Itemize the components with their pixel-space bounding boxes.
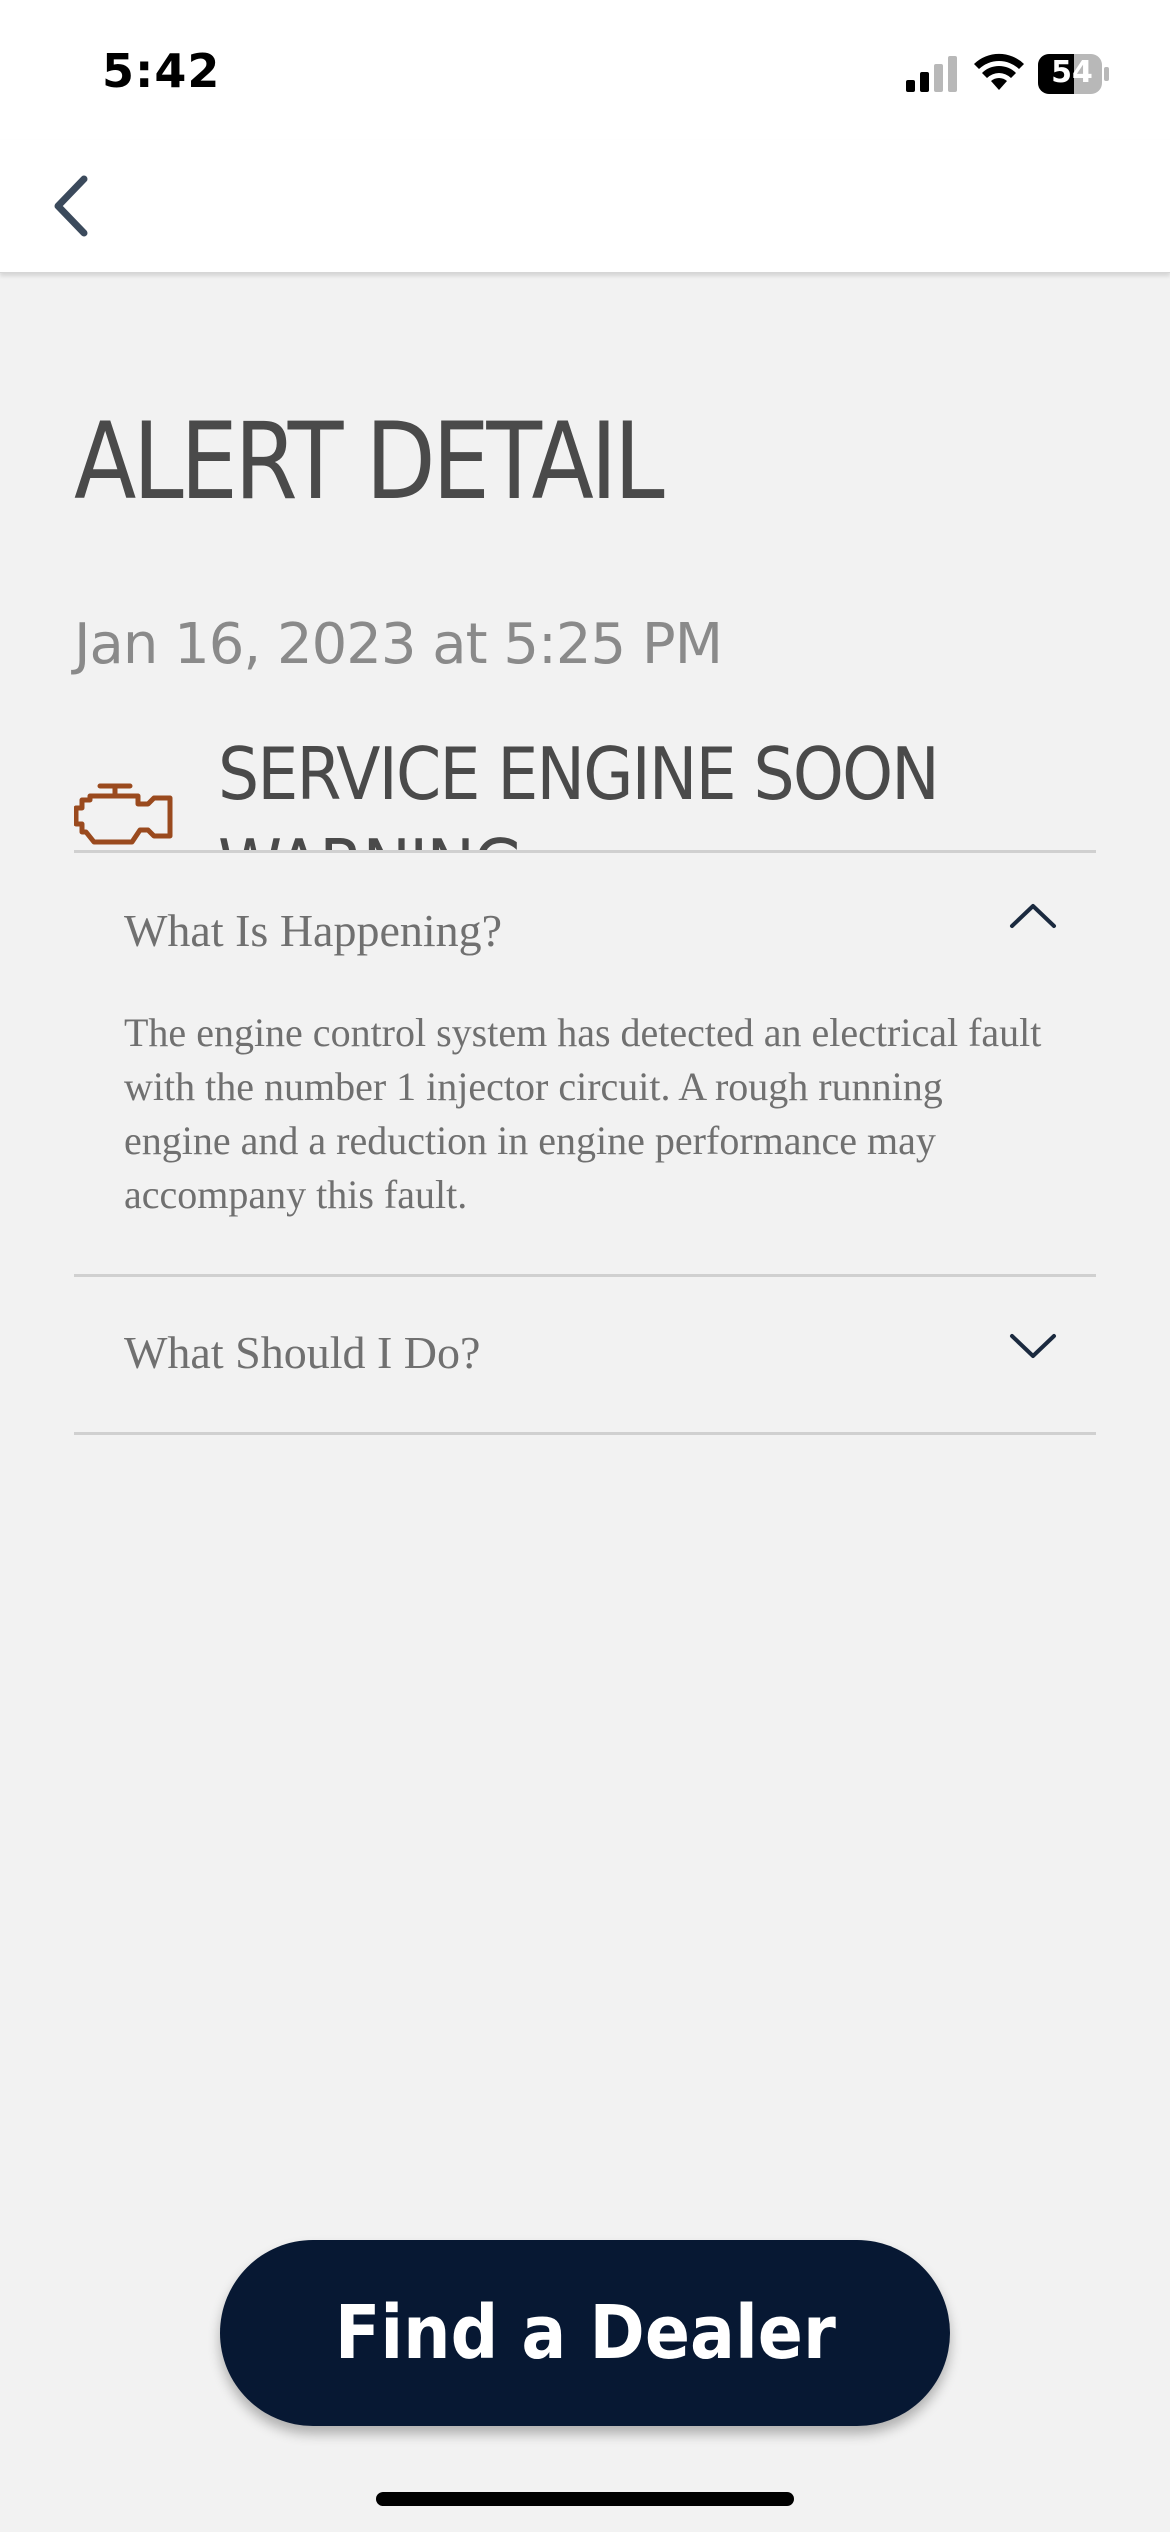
divider <box>74 1432 1096 1435</box>
alert-header: SERVICE ENGINE SOON WARNING <box>74 720 1094 852</box>
alert-name: SERVICE ENGINE SOON WARNING <box>218 732 940 852</box>
chevron-down-icon[interactable] <box>1006 1320 1060 1374</box>
chevron-left-icon <box>54 175 88 237</box>
cellular-signal-icon <box>906 56 957 92</box>
wifi-icon <box>974 53 1024 90</box>
back-button[interactable] <box>30 166 110 246</box>
divider <box>74 850 1096 853</box>
chevron-up-icon[interactable] <box>1006 888 1060 942</box>
home-indicator[interactable] <box>376 2492 794 2506</box>
section-title-what-is-happening[interactable]: What Is Happening? <box>124 904 502 957</box>
nav-bar <box>0 140 1170 273</box>
alert-date: Jan 16, 2023 at 5:25 PM <box>74 612 723 677</box>
check-engine-icon <box>74 783 173 845</box>
section-title-what-should-i-do[interactable]: What Should I Do? <box>124 1326 480 1379</box>
find-dealer-button[interactable]: Find a Dealer <box>220 2240 950 2426</box>
section-body-what-is-happening: The engine control system has detected a… <box>124 1010 1042 1217</box>
find-dealer-label: Find a Dealer <box>334 2290 836 2376</box>
status-bar: 5:42 54 <box>0 0 1170 140</box>
battery-level: 54 <box>1051 55 1093 90</box>
status-time: 5:42 <box>102 44 221 98</box>
page-title: ALERT DETAIL <box>74 400 665 523</box>
divider <box>74 1274 1096 1277</box>
